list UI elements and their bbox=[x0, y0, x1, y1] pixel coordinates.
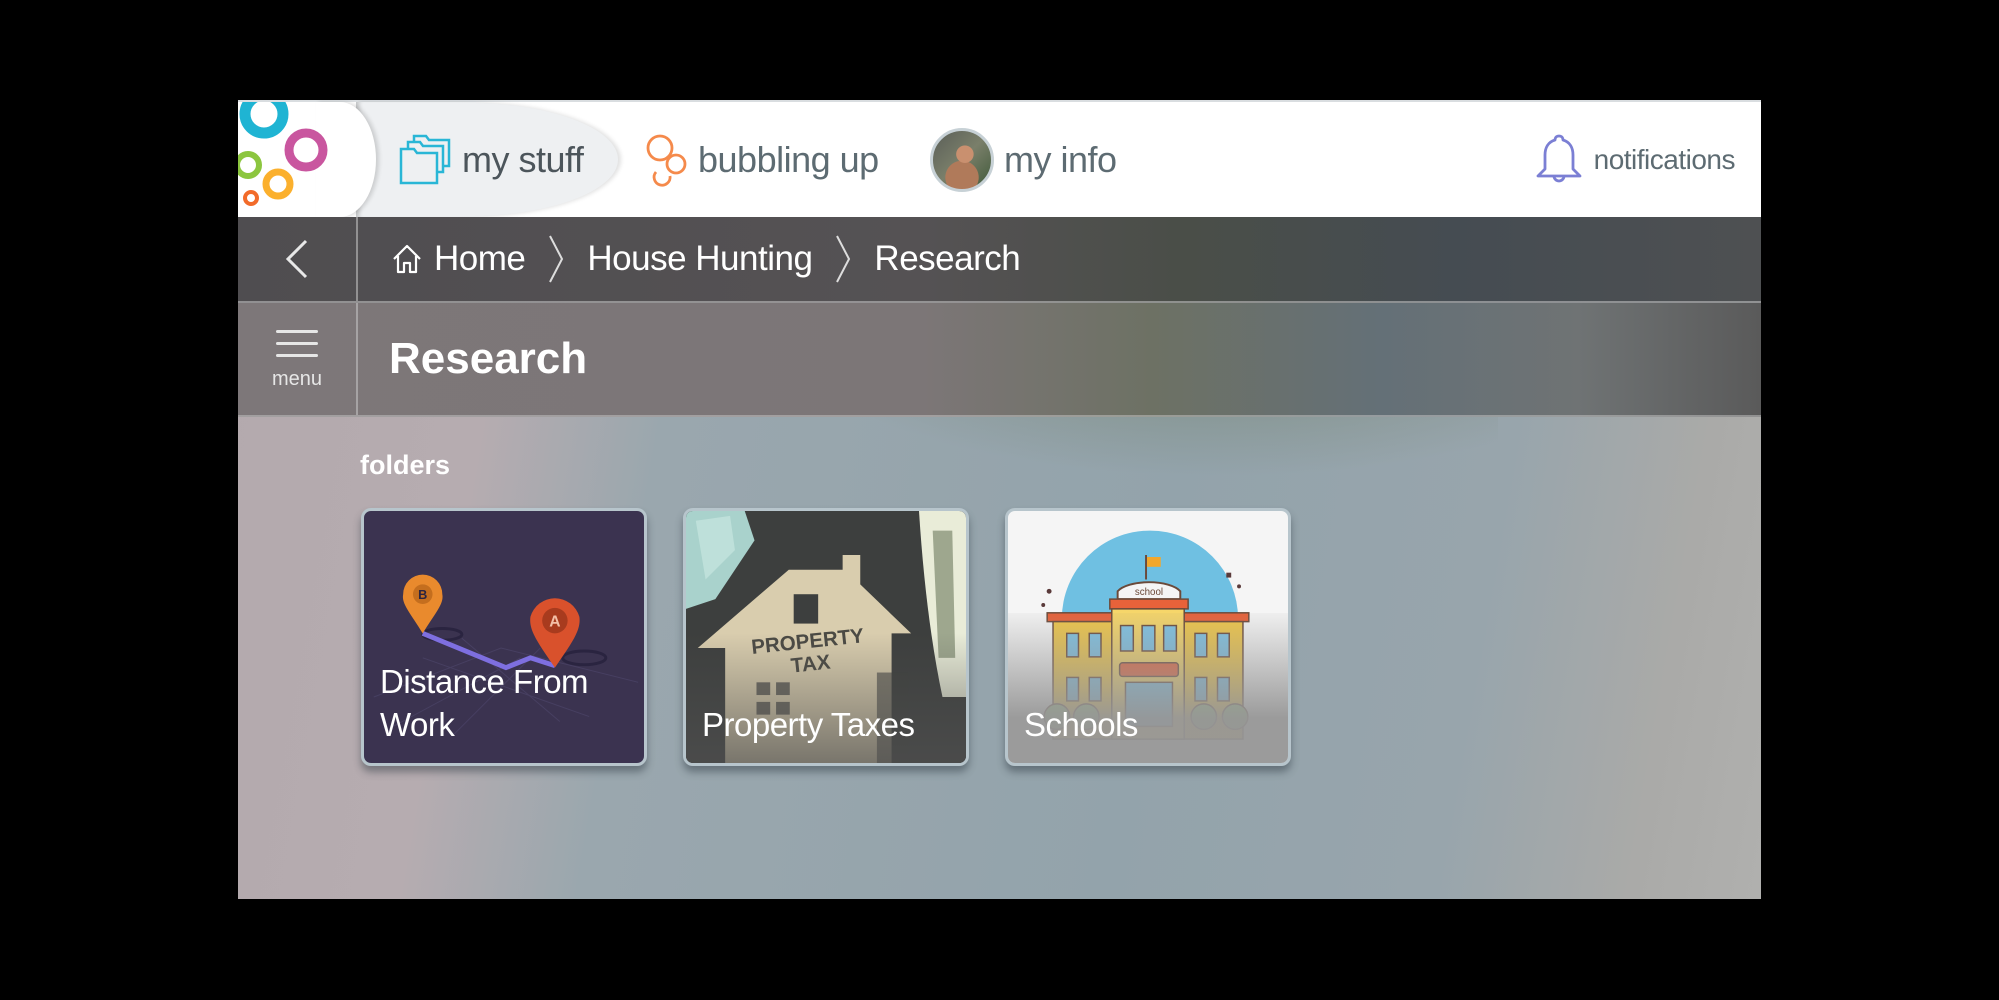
breadcrumb: Home House Hunting Research bbox=[390, 217, 1021, 301]
folder-card-property-taxes[interactable]: PROPERTY TAX Property Taxes bbox=[683, 508, 969, 766]
folder-label: Distance From Work bbox=[380, 663, 589, 744]
tab-my-info-label: my info bbox=[1004, 138, 1117, 180]
svg-text:school: school bbox=[1135, 587, 1163, 598]
back-button[interactable] bbox=[238, 217, 358, 301]
menu-button[interactable]: menu bbox=[238, 303, 358, 415]
chevron-left-icon bbox=[285, 239, 308, 279]
breadcrumb-home[interactable]: Home bbox=[390, 239, 526, 279]
breadcrumb-bar: Home House Hunting Research bbox=[238, 217, 1761, 303]
home-icon bbox=[393, 244, 421, 274]
bell-icon bbox=[1536, 134, 1582, 182]
tab-my-info[interactable]: my info bbox=[930, 102, 1117, 217]
folder-card-schools[interactable]: school Schools bbox=[1005, 508, 1291, 766]
breadcrumb-research-label: Research bbox=[874, 239, 1021, 278]
tab-bubbling-up-label: bubbling up bbox=[698, 138, 879, 180]
notifications-label: notifications bbox=[1593, 143, 1736, 175]
folder-label: Schools bbox=[1024, 706, 1138, 744]
folders-icon bbox=[399, 134, 451, 184]
hamburger-icon bbox=[276, 329, 318, 357]
page-title: Research bbox=[389, 334, 588, 383]
breadcrumb-separator-icon bbox=[547, 234, 565, 284]
tab-my-stuff-label: my stuff bbox=[462, 138, 584, 180]
tab-my-stuff[interactable]: my stuff bbox=[398, 102, 584, 217]
folder-grid: B A Distance From Work PROPERTY bbox=[361, 508, 1291, 766]
bubbles-icon bbox=[646, 134, 687, 187]
app-window: my stuff bubbling up my info notificatio… bbox=[238, 100, 1761, 899]
breadcrumb-separator-icon bbox=[834, 234, 852, 284]
folders-section-label: folders bbox=[360, 450, 451, 480]
breadcrumb-house-hunting-label: House Hunting bbox=[587, 239, 813, 278]
logo-icon[interactable] bbox=[238, 102, 368, 217]
top-nav: my stuff bubbling up my info notificatio… bbox=[238, 100, 1761, 217]
svg-text:B: B bbox=[418, 587, 427, 602]
breadcrumb-research: Research bbox=[874, 239, 1020, 279]
folder-label: Property Taxes bbox=[702, 706, 915, 744]
breadcrumb-house-hunting[interactable]: House Hunting bbox=[587, 239, 813, 279]
notifications-button[interactable]: notifications bbox=[1534, 102, 1736, 217]
menu-label: menu bbox=[271, 367, 323, 390]
tab-bubbling-up[interactable]: bubbling up bbox=[644, 102, 879, 217]
breadcrumb-home-label: Home bbox=[434, 239, 526, 278]
folder-card-distance-from-work[interactable]: B A Distance From Work bbox=[361, 508, 647, 766]
avatar bbox=[930, 127, 994, 192]
svg-text:A: A bbox=[549, 614, 560, 631]
page-header: menu Research bbox=[238, 303, 1761, 417]
